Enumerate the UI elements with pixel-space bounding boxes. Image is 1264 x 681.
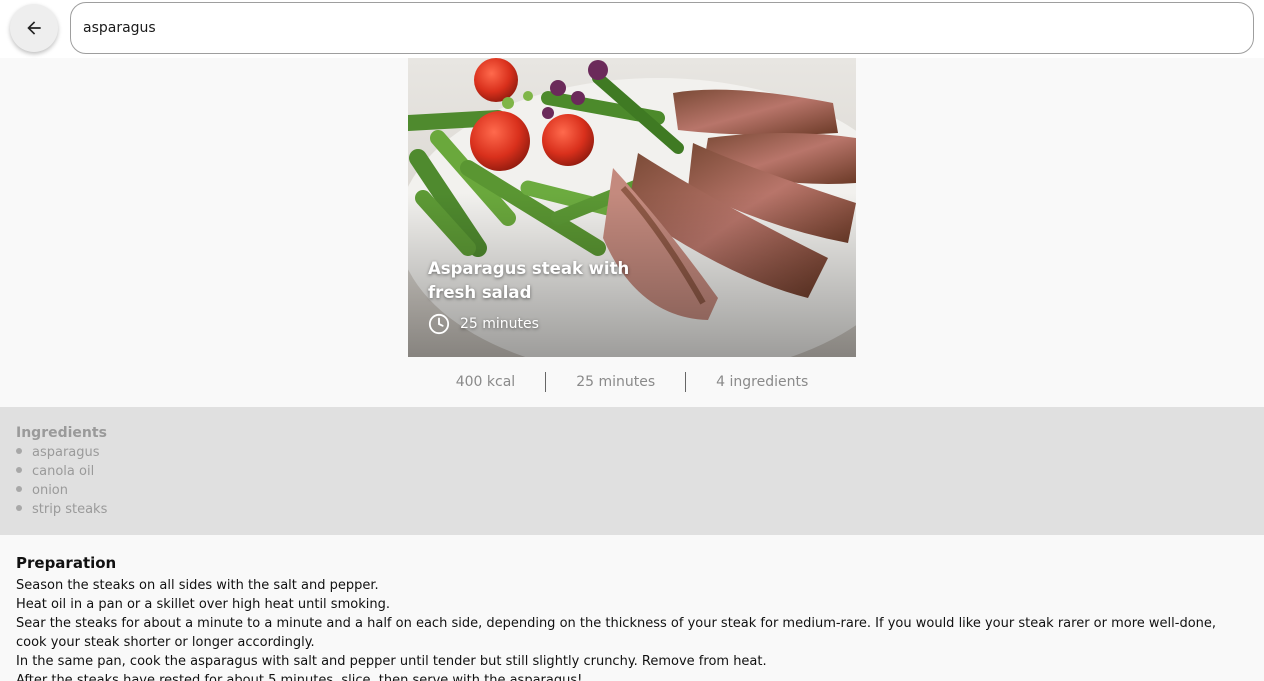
recipe-stats: 400 kcal 25 minutes 4 ingredients: [0, 358, 1264, 406]
stat-ingredients-count: 4 ingredients: [716, 374, 809, 390]
top-bar: [0, 0, 1264, 58]
ingredient-item: onion: [16, 481, 1248, 500]
back-button[interactable]: [10, 4, 58, 52]
preparation-step: Heat oil in a pan or a skillet over high…: [16, 597, 390, 612]
stat-duration: 25 minutes: [576, 374, 656, 390]
ingredient-item: asparagus: [16, 443, 1248, 462]
ingredient-item: strip steaks: [16, 500, 1248, 519]
recipe-time-label: 25 minutes: [460, 316, 539, 332]
preparation-step: Season the steaks on all sides with the …: [16, 578, 379, 593]
preparation-step: After the steaks have rested for about 5…: [16, 673, 583, 681]
preparation-step: Sear the steaks for about a minute to a …: [16, 616, 1217, 650]
recipe-card[interactable]: Asparagus steak with fresh salad 25 minu…: [408, 58, 856, 357]
ingredient-item: canola oil: [16, 462, 1248, 481]
ingredients-heading: Ingredients: [16, 425, 107, 441]
preparation-heading: Preparation: [16, 554, 117, 572]
preparation-step: In the same pan, cook the asparagus with…: [16, 654, 767, 669]
stat-kcal: 400 kcal: [455, 374, 516, 390]
ingredients-section: Ingredients asparagus canola oil onion s…: [0, 407, 1264, 535]
clock-icon: [428, 313, 450, 335]
recipe-time: 25 minutes: [428, 313, 539, 335]
preparation-section: Preparation Season the steaks on all sid…: [0, 536, 1264, 681]
recipe-title: Asparagus steak with fresh salad: [428, 259, 630, 302]
arrow-left-icon: [27, 21, 41, 35]
search-input[interactable]: [70, 2, 1254, 54]
ingredients-list: asparagus canola oil onion strip steaks: [16, 443, 1248, 519]
